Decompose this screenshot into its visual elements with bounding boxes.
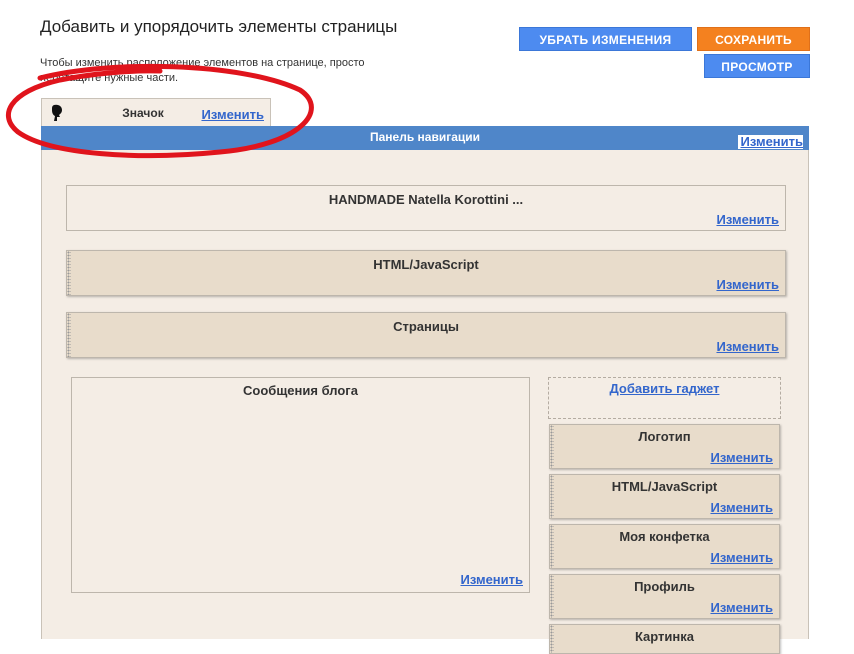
layout-canvas: HANDMADE Natella Korottini ... Изменить … xyxy=(41,150,809,654)
sidebar-widget-image[interactable]: Картинка xyxy=(549,624,780,654)
favicon-edit-link[interactable]: Изменить xyxy=(201,107,264,122)
header-widget-pages[interactable]: Страницы Изменить xyxy=(66,312,786,358)
widget-edit-link[interactable]: Изменить xyxy=(710,450,773,465)
widget-edit-link[interactable]: Изменить xyxy=(710,550,773,565)
add-gadget-box[interactable]: Добавить гаджет xyxy=(548,377,781,419)
page-title: Добавить и упорядочить элементы страницы xyxy=(40,17,398,36)
sidebar-widget-logo[interactable]: Логотип Изменить xyxy=(549,424,780,469)
widget-label: HTML/JavaScript xyxy=(611,479,718,494)
header-widget-title[interactable]: HANDMADE Natella Korottini ... Изменить xyxy=(66,185,786,231)
widget-label: Сообщения блога xyxy=(243,383,358,398)
preview-button[interactable]: ПРОСМОТР xyxy=(704,54,810,78)
header-widget-html[interactable]: HTML/JavaScript Изменить xyxy=(66,250,786,296)
page-subtitle: Чтобы изменить расположение элементов на… xyxy=(40,57,365,84)
widget-label: Профиль xyxy=(634,579,695,594)
favicon-label: Значок xyxy=(122,106,164,120)
widget-edit-link[interactable]: Изменить xyxy=(710,500,773,515)
sidebar-widget-candy[interactable]: Моя конфетка Изменить xyxy=(549,524,780,569)
blog-posts-widget[interactable]: Сообщения блога Изменить xyxy=(71,377,530,593)
widget-label: Логотип xyxy=(638,429,691,444)
sidebar-widget-html[interactable]: HTML/JavaScript Изменить xyxy=(549,474,780,519)
navbar-edit-link[interactable]: Изменить xyxy=(738,135,803,149)
widget-label: Картинка xyxy=(634,629,695,644)
sidebar-widget-profile[interactable]: Профиль Изменить xyxy=(549,574,780,619)
widget-edit-link[interactable]: Изменить xyxy=(716,339,779,354)
add-gadget-link[interactable]: Добавить гаджет xyxy=(549,381,780,396)
navbar-widget[interactable]: Панель навигации Изменить xyxy=(41,126,809,150)
revert-changes-button[interactable]: УБРАТЬ ИЗМЕНЕНИЯ xyxy=(519,27,692,51)
widget-label: HTML/JavaScript xyxy=(373,257,479,272)
widget-edit-link[interactable]: Изменить xyxy=(716,212,779,227)
save-button[interactable]: СОХРАНИТЬ xyxy=(697,27,810,51)
widget-label: HANDMADE Natella Korottini ... xyxy=(328,192,524,207)
widget-edit-link[interactable]: Изменить xyxy=(710,600,773,615)
navbar-label: Панель навигации xyxy=(369,130,481,144)
widget-label: Моя конфетка xyxy=(619,529,710,544)
widget-label: Страницы xyxy=(393,319,459,334)
widget-edit-link[interactable]: Изменить xyxy=(460,572,523,587)
widget-edit-link[interactable]: Изменить xyxy=(716,277,779,292)
favicon-widget[interactable]: Значок Изменить xyxy=(41,98,271,126)
